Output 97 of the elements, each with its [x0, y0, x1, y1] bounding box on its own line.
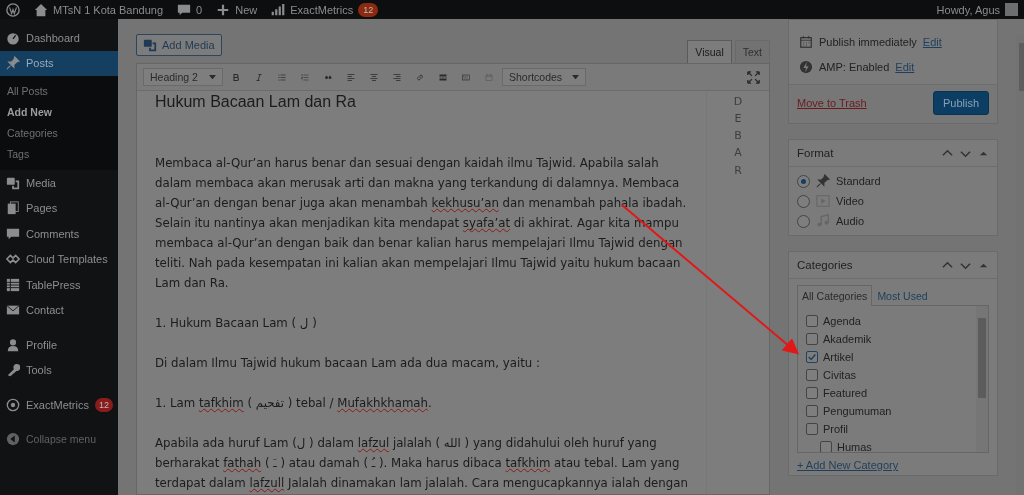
option-label: Standard — [836, 175, 881, 187]
submenu-item[interactable]: Categories — [0, 122, 118, 143]
speech-bubble-icon — [6, 226, 20, 241]
editor-tab[interactable]: Text — [734, 40, 770, 63]
calendar-icon — [799, 34, 813, 49]
pin-icon — [816, 174, 830, 188]
media-icon — [143, 38, 157, 52]
panel-title: Format — [797, 147, 834, 159]
site-link[interactable]: MTsN 1 Kota Bandung — [34, 2, 164, 17]
site-name: MTsN 1 Kota Bandung — [53, 3, 164, 16]
category-label: Artikel — [823, 351, 854, 363]
category-label: Civitas — [823, 369, 856, 381]
count-badge: 12 — [94, 397, 113, 412]
caret-icon — [209, 74, 216, 80]
panel-title: Categories — [797, 259, 853, 271]
menu-item[interactable]: Comments — [0, 221, 118, 247]
menu-item[interactable]: Posts — [0, 50, 118, 76]
lightning-icon — [799, 59, 813, 74]
checkbox[interactable] — [806, 387, 818, 399]
publish-button[interactable]: Publish — [932, 91, 989, 115]
category-label: Humas — [837, 441, 872, 452]
option-label: Video — [836, 195, 864, 207]
menu-item[interactable]: Dashboard — [0, 25, 118, 51]
greeting: Howdy, Agus — [936, 3, 1000, 16]
diamond-link-icon — [6, 252, 20, 267]
status-text: AMP: Enabled — [819, 60, 890, 73]
checkbox[interactable] — [806, 333, 818, 345]
user-icon — [6, 337, 20, 352]
speech-bubble-icon — [177, 2, 192, 17]
move-to-trash-link[interactable]: Move to Trash — [797, 97, 867, 109]
checkbox[interactable] — [806, 369, 818, 381]
checkbox[interactable] — [806, 315, 818, 327]
menu-item[interactable]: Contact — [0, 297, 118, 323]
vertical-letters: DEBAR — [732, 94, 744, 179]
table-icon — [6, 277, 20, 292]
category-label: Pengumuman — [823, 405, 892, 417]
gauge-icon — [6, 30, 20, 45]
pin-icon — [6, 56, 20, 71]
comments-link[interactable]: 0 — [177, 2, 203, 17]
format-dropdown[interactable]: Heading 2 — [143, 68, 223, 86]
chevron-up-icon[interactable] — [942, 259, 953, 271]
left-arrow-circle-icon — [6, 432, 20, 447]
caret-icon — [572, 74, 580, 80]
submenu-item[interactable]: Add New — [0, 101, 118, 122]
bar-chart-icon — [271, 2, 286, 17]
new-link[interactable]: New — [216, 2, 258, 17]
add-media-button[interactable]: Add Media — [136, 34, 222, 56]
fullscreen-icon[interactable] — [746, 70, 760, 84]
metrics-label: ExactMetrics — [290, 3, 354, 16]
menu-item[interactable]: ExactMetrics 12 — [0, 392, 118, 418]
collapse-menu-button[interactable]: Collapse menu — [0, 426, 118, 452]
radio-button[interactable] — [797, 174, 810, 188]
avatar — [1005, 3, 1018, 16]
checkmark-icon — [807, 352, 817, 362]
submenu-item[interactable]: All Posts — [0, 80, 118, 101]
paragraph: Di dalam Ilmu Tajwid hukum bacaan Lam ada dua macam, yaitu : — [155, 355, 541, 372]
chevron-up-icon[interactable] — [942, 147, 953, 159]
option-label: Audio — [836, 215, 865, 227]
count-badge: 12 — [358, 2, 379, 17]
new-label: New — [235, 3, 258, 16]
radio-button[interactable] — [797, 214, 810, 228]
checkbox[interactable] — [806, 351, 818, 363]
wrench-icon — [6, 363, 20, 378]
paragraph: 1. Hukum Bacaan Lam ( ل ) — [155, 315, 318, 332]
checkbox[interactable] — [806, 405, 818, 417]
pages-icon — [6, 201, 20, 216]
menu-item[interactable]: Media — [0, 170, 118, 196]
category-tab[interactable]: All Categories — [797, 285, 873, 306]
comment-count: 0 — [196, 3, 203, 16]
scrollbar[interactable] — [976, 306, 988, 452]
shortcodes-dropdown[interactable]: Shortcodes — [502, 68, 587, 86]
submenu-item[interactable]: Tags — [0, 143, 118, 164]
media-icon — [6, 175, 20, 190]
wordpress-logo-icon[interactable] — [6, 2, 20, 17]
metrics-link[interactable]: ExactMetrics 12 — [271, 2, 379, 17]
menu-item[interactable]: TablePress — [0, 272, 118, 298]
account-link[interactable]: Howdy, Agus — [936, 3, 1018, 16]
category-label: Profil — [823, 423, 849, 435]
menu-item[interactable]: Tools — [0, 357, 118, 383]
radio-button[interactable] — [797, 194, 810, 208]
add-category-link[interactable]: + Add New Category — [797, 459, 899, 471]
checkbox[interactable] — [820, 441, 832, 452]
checkbox[interactable] — [806, 423, 818, 435]
editor-tab[interactable]: Visual — [687, 40, 732, 64]
home-icon — [34, 2, 48, 17]
plus-icon — [216, 2, 231, 17]
category-tab[interactable]: Most Used — [872, 285, 933, 306]
menu-item[interactable]: Profile — [0, 332, 118, 358]
category-label: Akademik — [823, 333, 872, 345]
category-label: Featured — [823, 387, 868, 399]
category-label: Agenda — [823, 315, 861, 327]
menu-item[interactable]: Pages — [0, 195, 118, 221]
status-text: Publish immediately — [819, 35, 917, 48]
edit-link[interactable]: Edit — [895, 60, 915, 73]
post-heading: Hukum Bacaan Lam dan Ra — [155, 92, 357, 112]
edit-link[interactable]: Edit — [922, 35, 942, 48]
menu-item[interactable]: Cloud Templates — [0, 246, 118, 272]
